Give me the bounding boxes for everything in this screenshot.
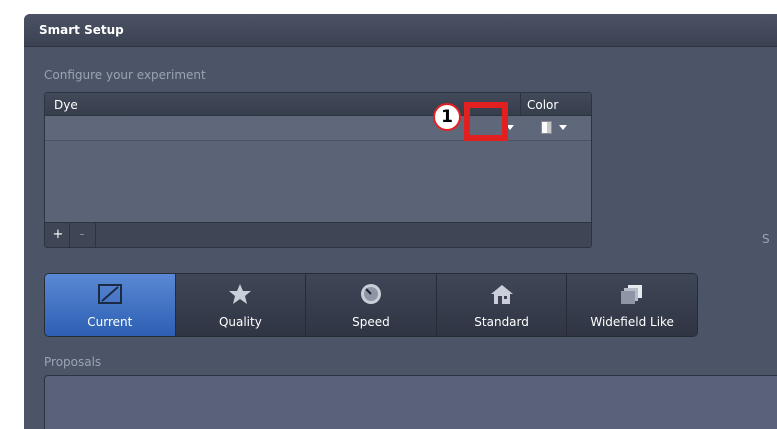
footer-separator <box>95 223 96 247</box>
dye-table: Dye Color + - <box>44 92 592 248</box>
mode-speed-button[interactable]: Speed <box>306 274 437 336</box>
mode-label: Speed <box>352 315 390 329</box>
smart-setup-window: Smart Setup Configure your experiment Dy… <box>24 14 777 429</box>
table-footer: + - <box>45 222 591 247</box>
home-icon <box>490 285 513 304</box>
dye-table-header: Dye Color <box>45 93 591 116</box>
current-frame-icon <box>97 284 122 304</box>
window-title: Smart Setup <box>39 23 124 37</box>
column-header-dye: Dye <box>54 98 78 112</box>
mode-current-button[interactable]: Current <box>45 274 176 336</box>
star-icon <box>229 284 252 304</box>
mode-label: Widefield Like <box>590 315 674 329</box>
window-titlebar: Smart Setup <box>24 14 777 47</box>
cutoff-text: S <box>762 232 770 246</box>
mode-label: Current <box>87 315 133 329</box>
mode-standard-button[interactable]: Standard <box>436 274 568 336</box>
mode-quality-button[interactable]: Quality <box>175 274 307 336</box>
proposals-label: Proposals <box>44 355 102 369</box>
footer-separator <box>69 223 70 247</box>
remove-dye-button[interactable]: - <box>74 227 90 243</box>
color-swatch[interactable] <box>541 121 552 134</box>
mode-widefield-button[interactable]: Widefield Like <box>567 274 697 336</box>
add-dye-button[interactable]: + <box>50 227 66 243</box>
column-header-color: Color <box>527 98 559 112</box>
annotation-highlight-box <box>464 102 508 141</box>
page-margin <box>0 0 8 429</box>
color-dropdown-arrow-icon[interactable] <box>559 125 567 130</box>
configure-label: Configure your experiment <box>44 68 206 82</box>
speedometer-icon <box>360 284 381 304</box>
table-row[interactable] <box>45 116 591 141</box>
proposals-panel <box>44 375 777 429</box>
stacked-layers-icon <box>621 285 643 304</box>
annotation-marker: 1 <box>433 103 461 131</box>
mode-selector: Current Quality Speed Standard Widefield… <box>44 273 698 337</box>
mode-label: Standard <box>474 315 529 329</box>
mode-label: Quality <box>218 315 262 329</box>
